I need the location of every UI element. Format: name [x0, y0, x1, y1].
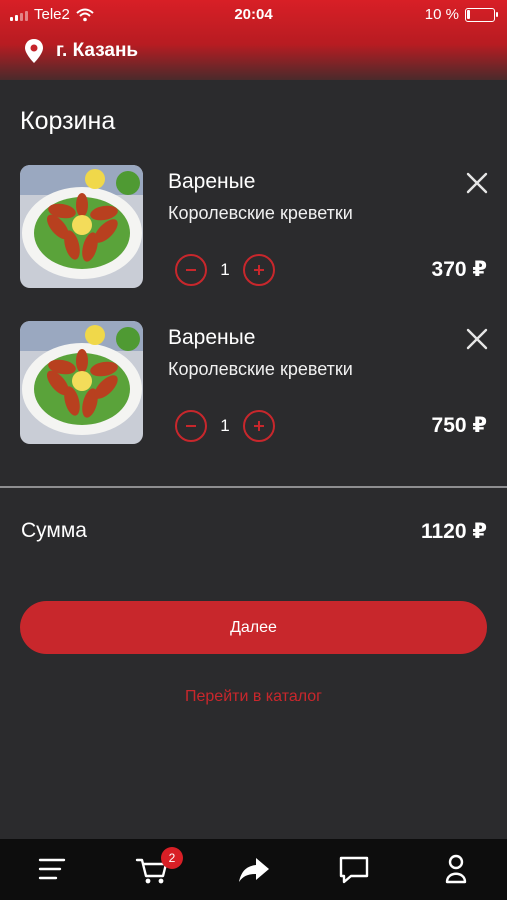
page-title: Корзина	[20, 107, 116, 135]
tab-bar: 2	[0, 839, 507, 900]
battery-percent: 10 %	[424, 6, 459, 23]
item-title: Вареные	[168, 170, 256, 193]
minus-button[interactable]	[175, 410, 207, 442]
profile-icon[interactable]	[436, 849, 476, 889]
catalog-link[interactable]: Перейти в каталог	[0, 688, 507, 706]
battery-icon	[465, 7, 498, 22]
top-header: Tele2 20:04 10 % г. Казань	[0, 0, 507, 80]
item-title: Вареные	[168, 326, 256, 349]
total-value: 1120 ₽	[420, 520, 487, 543]
item-price: 370 ₽	[431, 258, 487, 281]
close-icon[interactable]	[465, 327, 489, 351]
chat-icon[interactable]	[334, 849, 374, 889]
location-pin-icon	[25, 39, 43, 63]
quantity-value: 1	[220, 416, 230, 435]
next-button[interactable]: Далее	[20, 601, 487, 654]
cart-badge: 2	[161, 847, 183, 869]
item-subtitle: Королевские креветки	[168, 359, 353, 379]
item-price: 750 ₽	[431, 414, 487, 437]
plus-button[interactable]	[243, 410, 275, 442]
share-icon[interactable]	[234, 849, 274, 889]
status-bar: Tele2 20:04 10 %	[0, 0, 507, 30]
close-icon[interactable]	[465, 171, 489, 195]
product-image[interactable]	[20, 165, 143, 288]
divider	[0, 486, 507, 488]
product-image[interactable]	[20, 321, 143, 444]
plus-button[interactable]	[243, 254, 275, 286]
total-label: Сумма	[21, 519, 87, 542]
cart-item: Вареные Королевские креветки 1 370 ₽	[0, 165, 507, 290]
minus-button[interactable]	[175, 254, 207, 286]
menu-icon[interactable]	[32, 849, 72, 889]
city-selector[interactable]: г. Казань	[24, 38, 138, 64]
city-label: г. Казань	[56, 40, 139, 61]
quantity-value: 1	[220, 260, 230, 279]
cart-item: Вареные Королевские креветки 1 750 ₽	[0, 321, 507, 446]
item-subtitle: Королевские креветки	[168, 203, 353, 223]
